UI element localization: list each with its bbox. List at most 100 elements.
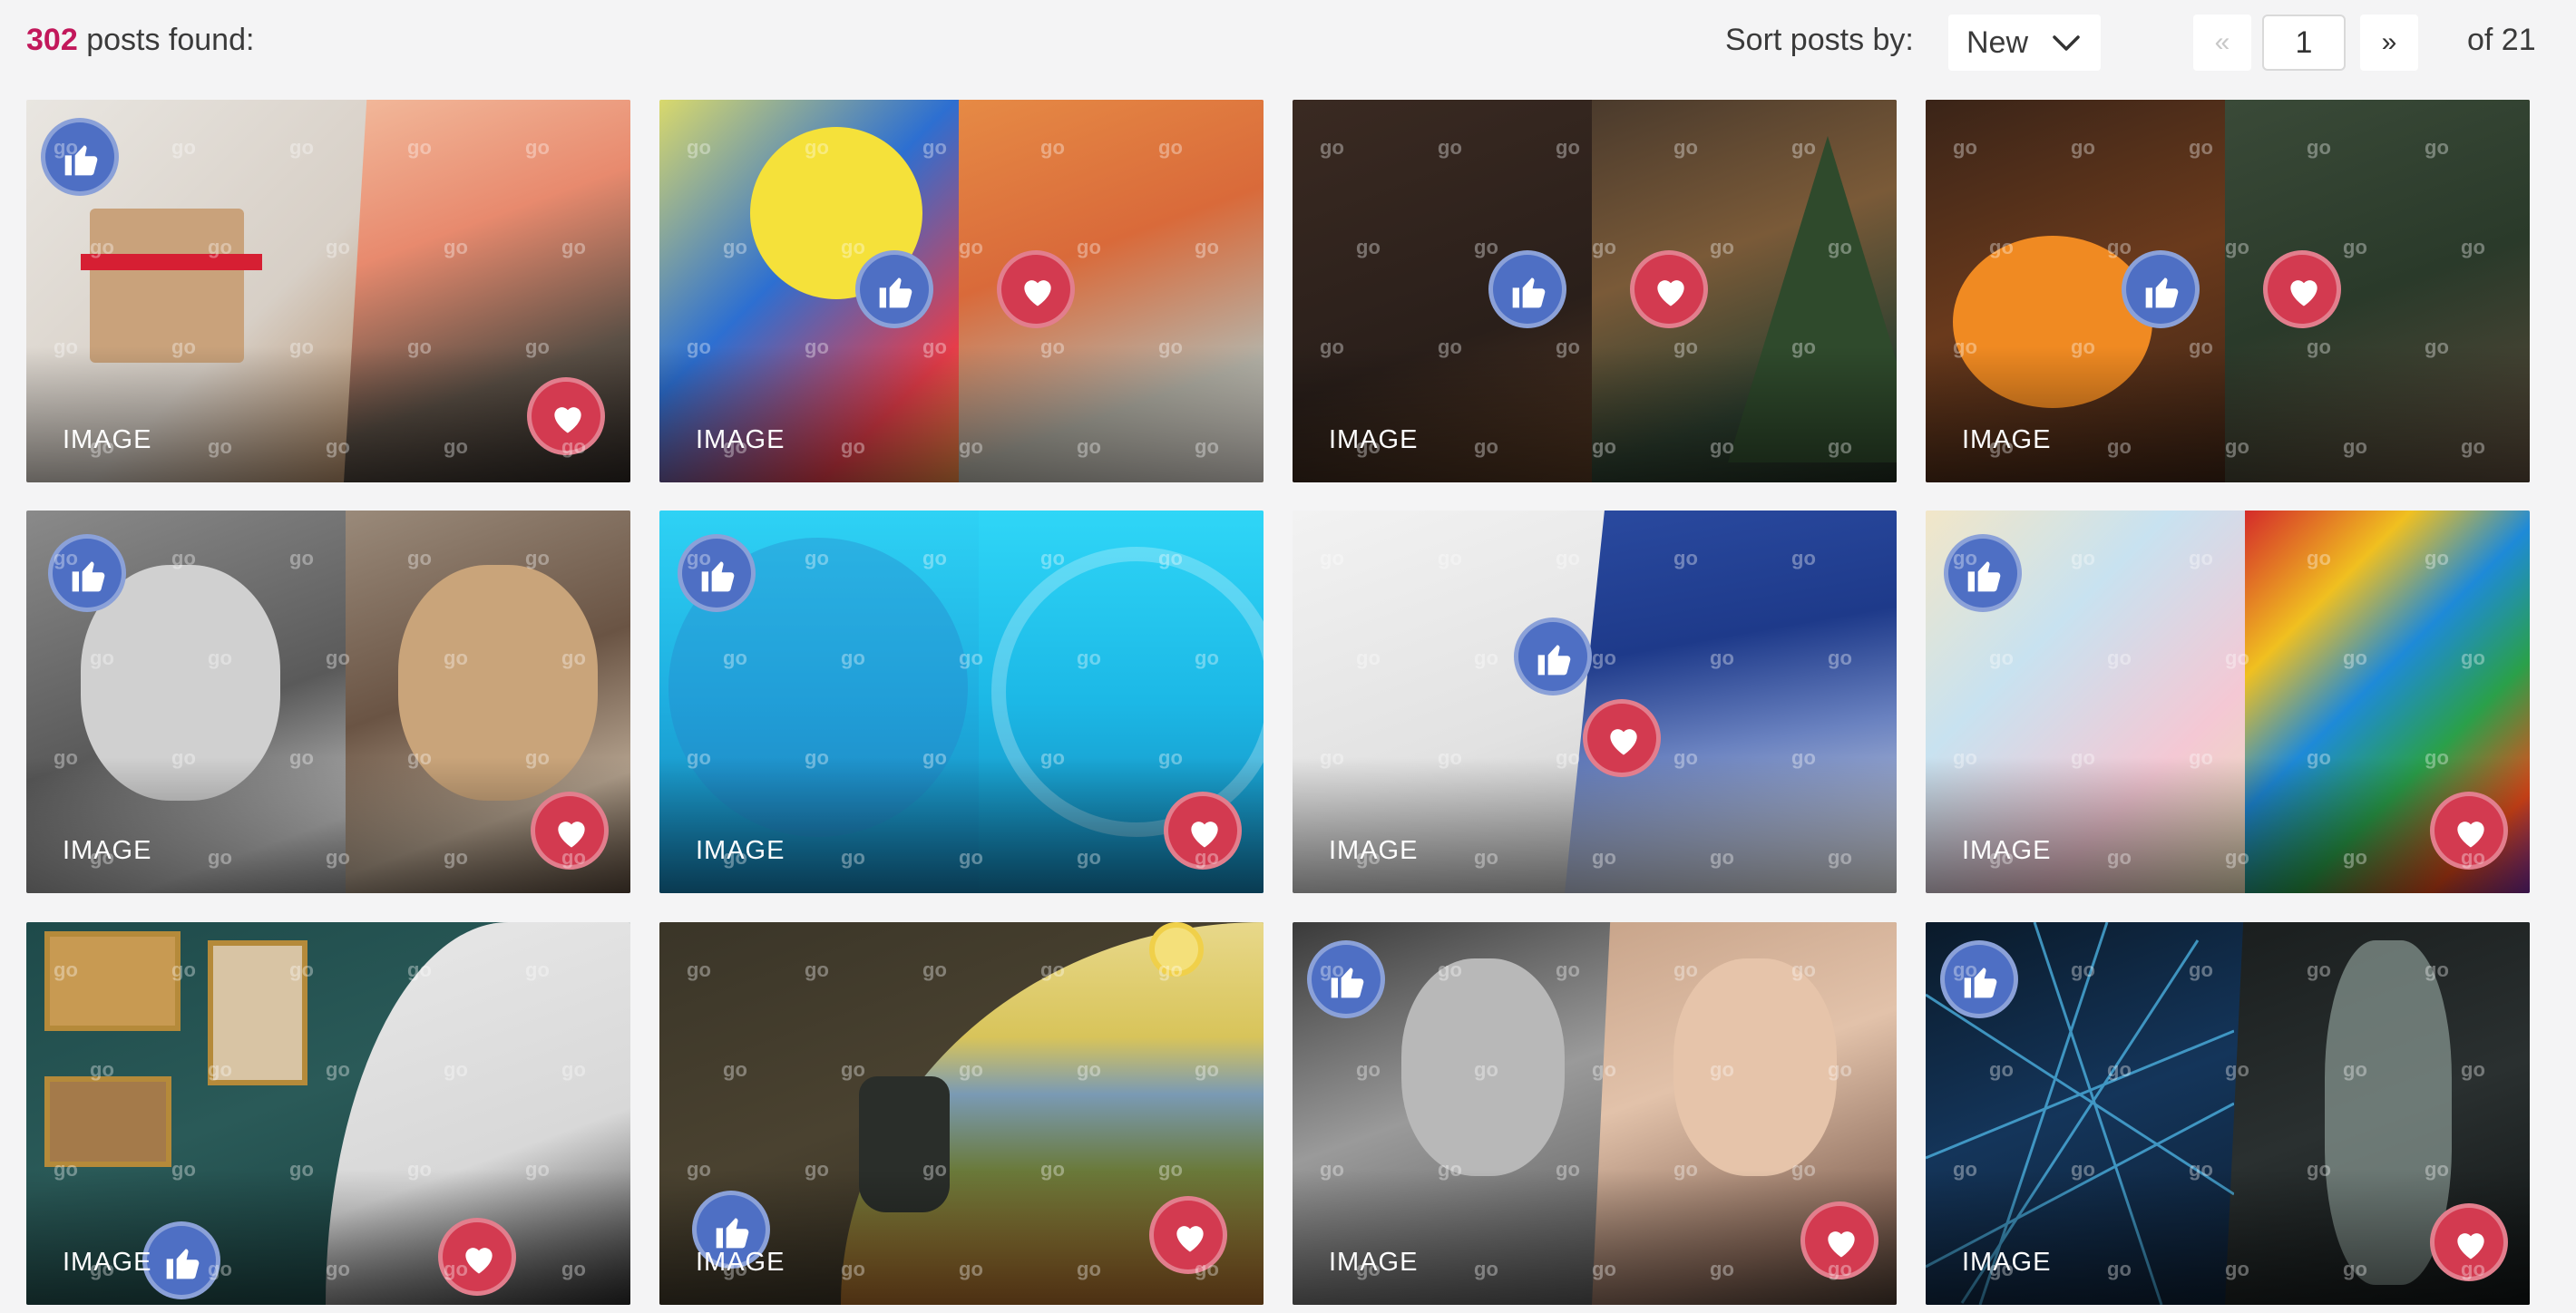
watermark: go bbox=[805, 336, 829, 358]
posts-count-number: 302 bbox=[26, 23, 78, 57]
love-button[interactable] bbox=[1630, 250, 1708, 328]
post-card-portrait[interactable]: IMAGE go go go go go go go go go go go go go go go go go… bbox=[1293, 922, 1897, 1305]
posts-count: 302 posts found: bbox=[26, 22, 254, 58]
post-card-gallery[interactable]: IMAGE go go go go go go go go go go go go go go go go go… bbox=[26, 922, 630, 1305]
like-button[interactable] bbox=[1514, 618, 1592, 695]
sort-dropdown[interactable]: New bbox=[1948, 15, 2101, 71]
watermark: go bbox=[1040, 746, 1065, 769]
post-card-cake-tree[interactable]: IMAGE go go go go go go go go go go go go go go go go go… bbox=[1293, 100, 1897, 482]
like-button[interactable] bbox=[1940, 940, 2018, 1018]
painting-frame-shape bbox=[44, 1076, 171, 1167]
like-button[interactable] bbox=[855, 250, 933, 328]
watermark: go bbox=[1356, 236, 1381, 258]
watermark: go bbox=[407, 1158, 432, 1181]
watermark: go bbox=[1474, 236, 1498, 258]
watermark: go bbox=[2343, 236, 2367, 258]
watermark: go bbox=[407, 746, 432, 769]
watermark: go bbox=[2461, 846, 2485, 869]
watermark: go bbox=[208, 846, 232, 869]
watermark: go bbox=[1673, 136, 1698, 159]
watermark: go bbox=[1953, 958, 1977, 981]
watermark: go bbox=[1158, 136, 1183, 159]
watermark: go bbox=[2107, 236, 2132, 258]
watermark: go bbox=[1953, 746, 1977, 769]
watermark: go bbox=[525, 547, 550, 569]
watermark: go bbox=[1158, 336, 1183, 358]
watermark: go bbox=[407, 547, 432, 569]
watermark: go bbox=[687, 1158, 711, 1181]
total-pages-label: of 21 bbox=[2467, 23, 2536, 57]
watermark: go bbox=[1077, 647, 1101, 669]
watermark: go bbox=[326, 435, 350, 458]
post-card-gift-money[interactable]: IMAGE go go go go go go go go go go go go go go go go go… bbox=[26, 100, 630, 482]
first-page-button[interactable]: « bbox=[2193, 15, 2251, 71]
watermark: go bbox=[171, 1158, 196, 1181]
watermark: go bbox=[723, 1058, 747, 1081]
watermark: go bbox=[1195, 1258, 1219, 1280]
watermark: go bbox=[723, 647, 747, 669]
watermark: go bbox=[561, 435, 586, 458]
watermark: go bbox=[841, 1058, 865, 1081]
watermark: go bbox=[1195, 1058, 1219, 1081]
heart-icon bbox=[554, 407, 581, 433]
watermark: go bbox=[2307, 336, 2331, 358]
watermark: go bbox=[1710, 1058, 1734, 1081]
watermark: go bbox=[959, 1258, 983, 1280]
watermark: go bbox=[289, 547, 314, 569]
watermark: go bbox=[1592, 1058, 1616, 1081]
watermark: go bbox=[289, 1158, 314, 1181]
watermark: go bbox=[1158, 547, 1183, 569]
post-card-balloons-roses[interactable]: IMAGE go go go go go go go go go go go go go go go go go… bbox=[659, 100, 1264, 482]
card-shade bbox=[26, 1169, 630, 1305]
like-button[interactable] bbox=[1307, 940, 1385, 1018]
watermark: go bbox=[1320, 336, 1344, 358]
watermark: go bbox=[1592, 1258, 1616, 1280]
love-button[interactable] bbox=[438, 1218, 516, 1296]
watermark: go bbox=[1320, 1158, 1344, 1181]
watermark: go bbox=[289, 958, 314, 981]
like-button[interactable] bbox=[1944, 534, 2022, 612]
love-button[interactable] bbox=[1583, 699, 1661, 777]
watermark: go bbox=[959, 236, 983, 258]
page-number-input[interactable] bbox=[2262, 15, 2346, 71]
post-card-van-gogh[interactable]: IMAGE go go go go go go go go go go go go go go go go go… bbox=[659, 922, 1264, 1305]
watermark: go bbox=[1673, 547, 1698, 569]
watermark: go bbox=[2343, 1058, 2367, 1081]
watermark: go bbox=[1158, 958, 1183, 981]
watermark: go bbox=[525, 746, 550, 769]
watermark: go bbox=[1828, 1258, 1852, 1280]
watermark: go bbox=[1592, 846, 1616, 869]
next-page-button[interactable]: » bbox=[2360, 15, 2418, 71]
post-card-blue-circles[interactable]: IMAGE go go go go go go go go go go go go go go go go go… bbox=[659, 511, 1264, 893]
post-card-dog[interactable]: IMAGE go go go go go go go go go go go go go go go go go… bbox=[26, 511, 630, 893]
like-button[interactable] bbox=[678, 534, 756, 612]
watermark: go bbox=[1195, 236, 1219, 258]
heart-icon bbox=[1024, 280, 1051, 306]
watermark: go bbox=[1592, 236, 1616, 258]
like-button[interactable] bbox=[41, 118, 119, 196]
like-button[interactable] bbox=[48, 534, 126, 612]
watermark: go bbox=[1556, 136, 1580, 159]
watermark: go bbox=[208, 647, 232, 669]
watermark: go bbox=[1710, 1258, 1734, 1280]
watermark: go bbox=[525, 336, 550, 358]
card-shade bbox=[1926, 346, 2530, 482]
post-card-pumpkin-ornaments[interactable]: IMAGE go go go go go go go go go go go go go go go go go… bbox=[1926, 100, 2530, 482]
watermark: go bbox=[444, 846, 468, 869]
watermark: go bbox=[2461, 647, 2485, 669]
like-button[interactable] bbox=[2122, 250, 2200, 328]
post-card-candy[interactable]: IMAGE go go go go go go go go go go go go go go go go go… bbox=[1926, 511, 2530, 893]
post-card-pencil-paint[interactable]: IMAGE go go go go go go go go go go go go go go go go go… bbox=[1293, 511, 1897, 893]
watermark: go bbox=[90, 435, 114, 458]
like-button[interactable] bbox=[1488, 250, 1566, 328]
watermark: go bbox=[841, 236, 865, 258]
love-button[interactable] bbox=[2263, 250, 2341, 328]
watermark: go bbox=[1356, 846, 1381, 869]
watermark: go bbox=[1438, 958, 1462, 981]
post-card-neon-dancer[interactable]: IMAGE go go go go go go go go go go go go go go go go go… bbox=[1926, 922, 2530, 1305]
watermark: go bbox=[2425, 547, 2449, 569]
watermark: go bbox=[922, 336, 947, 358]
watermark: go bbox=[2307, 958, 2331, 981]
watermark: go bbox=[90, 1058, 114, 1081]
love-button[interactable] bbox=[997, 250, 1075, 328]
